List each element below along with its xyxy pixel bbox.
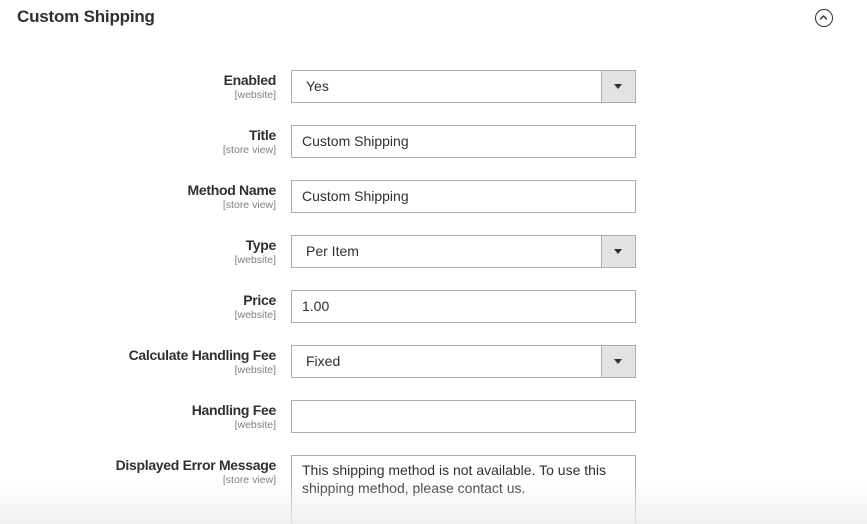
field-scope-price: [website] <box>234 309 276 321</box>
enabled-select-toggle[interactable] <box>601 71 635 102</box>
caret-down-icon <box>614 84 622 89</box>
handling-type-select-toggle[interactable] <box>601 346 635 377</box>
method-name-input[interactable]: Custom Shipping <box>291 180 636 213</box>
title-input[interactable]: Custom Shipping <box>291 125 636 158</box>
chevron-up-icon <box>819 15 828 20</box>
field-label-group: Calculate Handling Fee [website] <box>128 347 277 376</box>
field-label-method-name: Method Name <box>187 182 277 198</box>
field-label-title: Title <box>248 127 276 143</box>
field-scope-method-name: [store view] <box>222 199 276 211</box>
field-label-type: Type <box>245 237 277 253</box>
field-label-group: Method Name [store view] <box>188 182 277 211</box>
caret-down-icon <box>614 359 622 364</box>
section-title[interactable]: Custom Shipping <box>17 7 155 27</box>
field-label-enabled: Enabled <box>223 72 277 88</box>
field-scope-enabled: [website] <box>234 89 276 101</box>
field-scope-handling-fee: [website] <box>234 419 276 431</box>
field-label-handling-type: Calculate Handling Fee <box>128 347 277 363</box>
handling-type-select-value: Fixed <box>306 353 341 369</box>
field-label-group: Handling Fee [website] <box>191 402 277 431</box>
type-select[interactable]: Per Item <box>291 235 636 268</box>
handling-type-select[interactable]: Fixed <box>291 345 636 378</box>
field-label-error-message: Displayed Error Message <box>115 457 277 473</box>
field-label-group: Type [website] <box>234 237 277 266</box>
field-label-handling-fee: Handling Fee <box>191 402 277 418</box>
field-scope-handling-type: [website] <box>234 364 276 376</box>
type-select-value: Per Item <box>306 243 359 259</box>
type-select-toggle[interactable] <box>601 236 635 267</box>
field-scope-error-message: [store view] <box>222 474 276 486</box>
collapse-toggle-button[interactable] <box>815 9 833 27</box>
caret-down-icon <box>614 249 622 254</box>
field-label-group: Enabled [website] <box>223 72 277 101</box>
field-label-group: Title [store view] <box>223 127 276 156</box>
field-scope-title: [store view] <box>222 144 276 156</box>
handling-fee-input[interactable] <box>291 400 636 433</box>
error-message-textarea[interactable]: This shipping method is not available. T… <box>291 455 636 524</box>
field-scope-type: [website] <box>234 254 276 266</box>
enabled-select-value: Yes <box>306 78 329 94</box>
field-label-group: Price [website] <box>234 292 277 321</box>
field-label-group: Displayed Error Message [store view] <box>115 457 277 486</box>
field-label-price: Price <box>243 292 276 308</box>
enabled-select[interactable]: Yes <box>291 70 636 103</box>
price-input[interactable]: 1.00 <box>291 290 636 323</box>
shipping-config-page: Custom Shipping Enabled [website] Yes Ti… <box>0 0 867 524</box>
